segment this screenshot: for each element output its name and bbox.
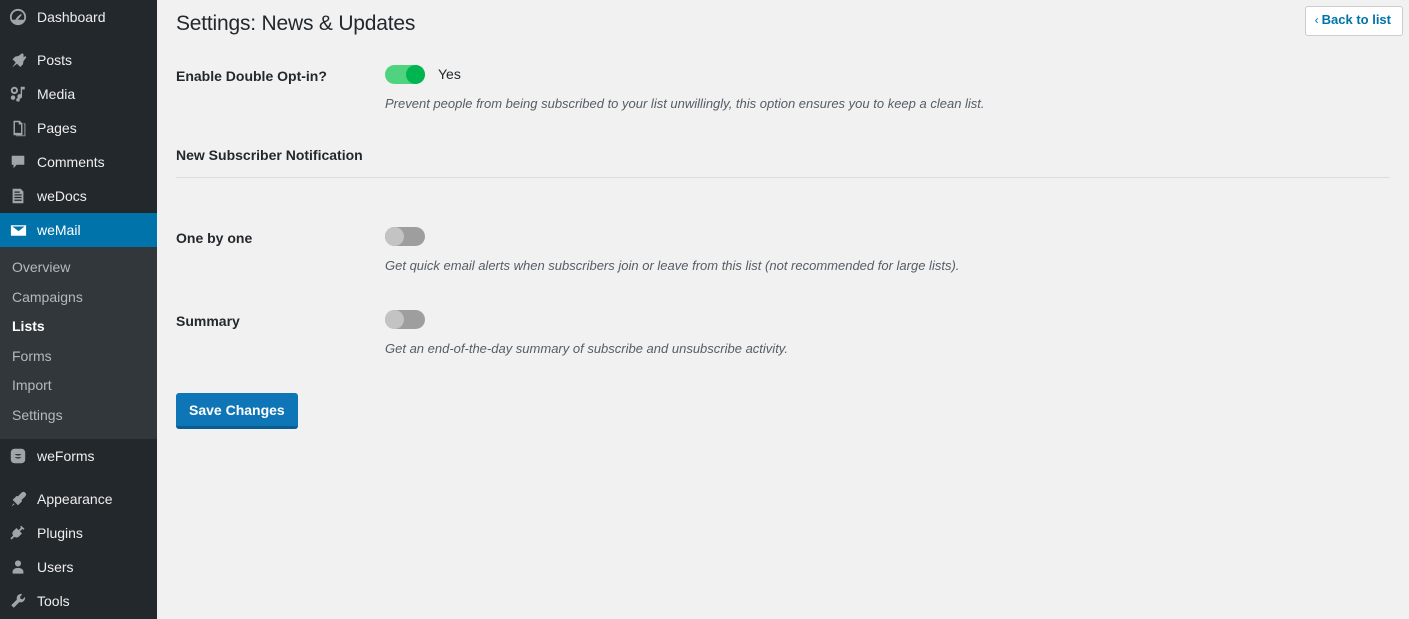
save-changes-button[interactable]: Save Changes bbox=[176, 392, 298, 429]
submenu-item-campaigns[interactable]: Campaigns bbox=[0, 283, 157, 313]
toggle-knob bbox=[406, 64, 425, 84]
summary-description: Get an end-of-the-day summary of subscri… bbox=[385, 341, 788, 357]
double-optin-toggle-line: Yes bbox=[385, 63, 1392, 85]
back-to-list-label: Back to list bbox=[1321, 12, 1391, 27]
toggle-knob bbox=[385, 226, 404, 246]
sidebar-item-dashboard[interactable]: Dashboard bbox=[0, 0, 157, 34]
one-by-one-control: Get quick email alerts when subscribers … bbox=[385, 220, 1392, 275]
pin-icon bbox=[8, 50, 28, 70]
sidebar-item-label: weDocs bbox=[37, 188, 87, 204]
sidebar-item-label: Dashboard bbox=[37, 9, 106, 25]
section-divider bbox=[176, 177, 1390, 179]
sidebar-item-plugins[interactable]: Plugins bbox=[0, 516, 157, 550]
sidebar-item-wedocs[interactable]: weDocs bbox=[0, 179, 157, 213]
submenu-item-forms[interactable]: Forms bbox=[0, 342, 157, 372]
one-by-one-label: One by one bbox=[176, 230, 253, 247]
double-optin-toggle-value: Yes bbox=[438, 66, 461, 82]
summary-control: Get an end-of-the-day summary of subscri… bbox=[385, 303, 1392, 358]
page-title: Settings: News & Updates bbox=[176, 12, 416, 35]
menu-separator bbox=[0, 473, 157, 482]
sidebar-item-label: Media bbox=[37, 86, 76, 102]
submenu-item-settings[interactable]: Settings bbox=[0, 401, 157, 431]
one-by-one-toggle[interactable] bbox=[385, 226, 425, 246]
menu-separator bbox=[0, 34, 157, 43]
sidebar-item-wemail[interactable]: weMail bbox=[0, 213, 165, 247]
sidebar-item-users[interactable]: Users bbox=[0, 550, 157, 584]
sidebar-item-label: Pages bbox=[37, 120, 77, 136]
settings-form: Enable Double Opt-in? Yes Prevent people… bbox=[176, 58, 1392, 429]
sidebar-item-label: Users bbox=[37, 559, 74, 575]
media-icon bbox=[8, 84, 28, 104]
sidebar-item-media[interactable]: Media bbox=[0, 77, 157, 111]
dashboard-icon bbox=[8, 7, 28, 27]
field-one-by-one: One by one Get quick email alerts when s… bbox=[176, 220, 1392, 275]
double-optin-label: Enable Double Opt-in? bbox=[176, 68, 327, 84]
sidebar-item-tools[interactable]: Tools bbox=[0, 584, 157, 618]
summary-label: Summary bbox=[176, 313, 240, 330]
sidebar-item-label: Tools bbox=[37, 593, 70, 609]
sidebar-item-appearance[interactable]: Appearance bbox=[0, 482, 157, 516]
summary-toggle[interactable] bbox=[385, 309, 425, 329]
paintbrush-icon bbox=[8, 489, 28, 509]
submenu-item-overview[interactable]: Overview bbox=[0, 253, 157, 283]
sidebar-item-label: Plugins bbox=[37, 525, 83, 541]
one-by-one-description: Get quick email alerts when subscribers … bbox=[385, 258, 960, 274]
wrench-icon bbox=[8, 591, 28, 611]
one-by-one-toggle-line bbox=[385, 225, 1392, 247]
field-double-optin: Enable Double Opt-in? Yes Prevent people… bbox=[176, 58, 1392, 113]
pages-icon bbox=[8, 118, 28, 138]
summary-toggle-line bbox=[385, 308, 1392, 330]
sidebar-item-label: Appearance bbox=[37, 491, 113, 507]
double-optin-description: Prevent people from being subscribed to … bbox=[385, 96, 985, 111]
main-content: Settings: News & Updates ‹ Back to list E… bbox=[157, 0, 1409, 619]
sidebar-item-posts[interactable]: Posts bbox=[0, 43, 157, 77]
sidebar-item-pages[interactable]: Pages bbox=[0, 111, 157, 145]
sidebar-item-label: Comments bbox=[37, 154, 105, 170]
comments-icon bbox=[8, 152, 28, 172]
submenu-item-import[interactable]: Import bbox=[0, 371, 157, 401]
envelope-icon bbox=[8, 220, 28, 240]
sidebar-item-label: weMail bbox=[37, 222, 81, 238]
plugin-icon bbox=[8, 523, 28, 543]
admin-screen: Dashboard Posts Media Pages Comments weD… bbox=[0, 0, 1409, 619]
submenu-item-lists[interactable]: Lists bbox=[0, 312, 157, 342]
sidebar-item-comments[interactable]: Comments bbox=[0, 145, 157, 179]
wemail-submenu: Overview Campaigns Lists Forms Import Se… bbox=[0, 247, 157, 439]
sidebar-item-weforms[interactable]: weForms bbox=[0, 439, 157, 473]
sidebar-item-label: Posts bbox=[37, 52, 73, 68]
section-title-new-subscriber-notification: New Subscriber Notification bbox=[176, 147, 363, 164]
user-icon bbox=[8, 557, 28, 577]
toggle-knob bbox=[385, 309, 404, 329]
sidebar-item-label: weForms bbox=[37, 448, 95, 464]
double-optin-toggle[interactable] bbox=[385, 64, 425, 84]
admin-sidebar: Dashboard Posts Media Pages Comments weD… bbox=[0, 0, 165, 619]
chevron-left-icon: ‹ bbox=[1314, 13, 1319, 27]
weforms-icon bbox=[8, 446, 28, 466]
document-icon bbox=[8, 186, 28, 206]
double-optin-control: Yes Prevent people from being subscribed… bbox=[385, 58, 1392, 113]
back-to-list-button[interactable]: ‹ Back to list bbox=[1304, 6, 1403, 36]
field-summary: Summary Get an end-of-the-day summary of… bbox=[176, 303, 1392, 358]
